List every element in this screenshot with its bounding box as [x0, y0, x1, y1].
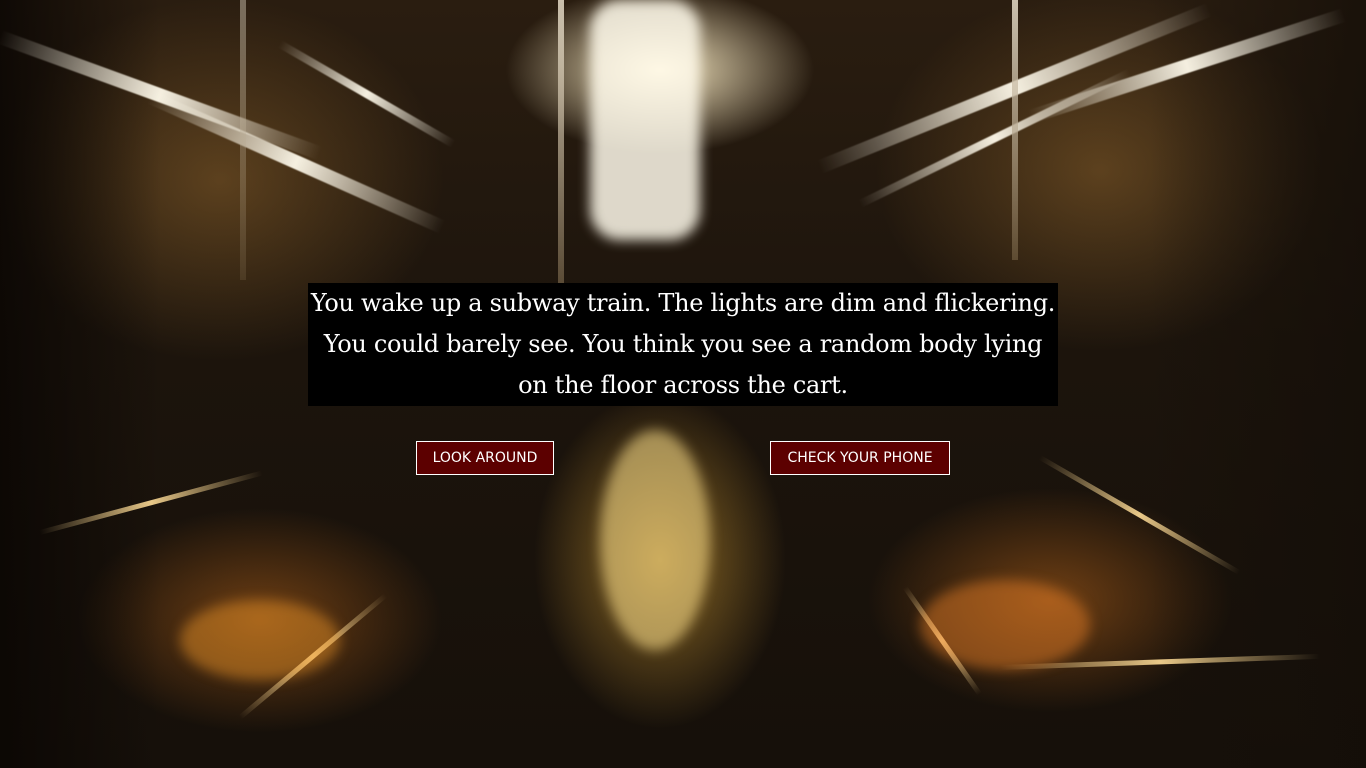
left-wall-shadow [0, 0, 160, 768]
pole-2 [1012, 0, 1018, 260]
floor-reflection [600, 430, 710, 650]
right-wall-shadow [1150, 0, 1366, 768]
story-text-box: You wake up a subway train. The lights a… [308, 283, 1058, 406]
pole-1 [558, 0, 564, 300]
check-your-phone-button[interactable]: CHECK YOUR PHONE [770, 441, 950, 475]
pole-3 [240, 0, 246, 280]
ceiling-strip-left-3 [278, 40, 456, 148]
ceiling-light-center [590, 0, 700, 240]
seat-glow-right [920, 580, 1090, 670]
look-around-button[interactable]: LOOK AROUND [416, 441, 554, 475]
seat-glow-left [180, 600, 340, 680]
story-text: You wake up a subway train. The lights a… [310, 289, 1056, 399]
